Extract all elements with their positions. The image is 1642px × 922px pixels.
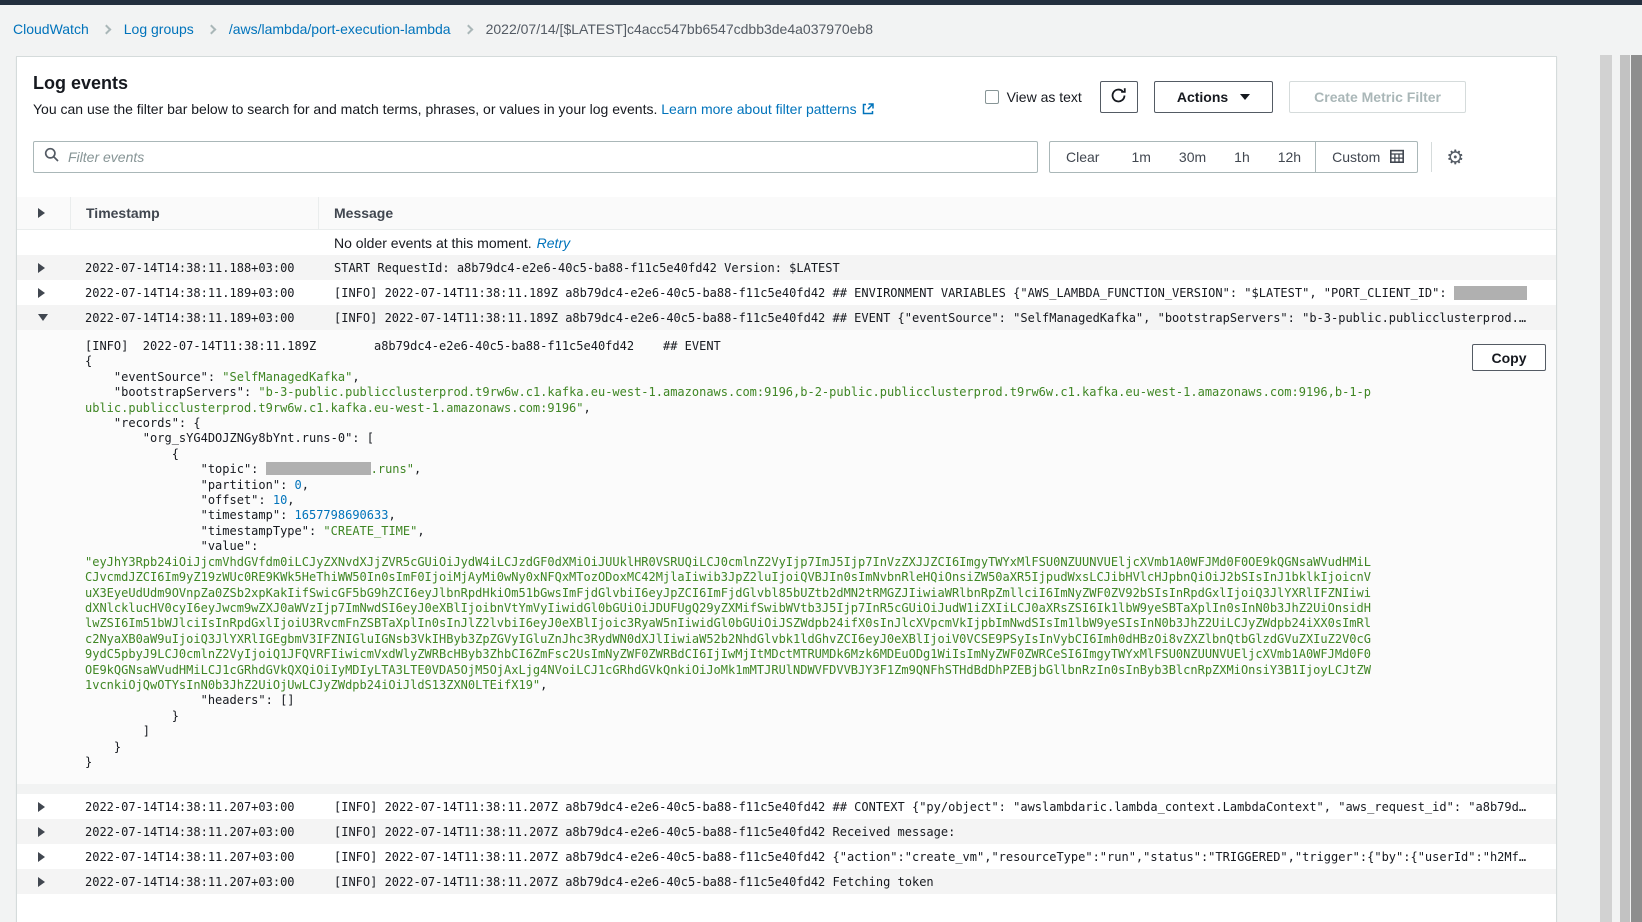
- json-line: }: [85, 709, 1371, 724]
- expand-arrow-icon[interactable]: [38, 827, 52, 837]
- log-event-row[interactable]: 2022-07-14T14:38:11.207+03:00[INFO] 2022…: [17, 869, 1556, 894]
- time-range-30m[interactable]: 30m: [1165, 149, 1220, 165]
- redacted-value: [266, 462, 371, 475]
- filter-events-input[interactable]: [68, 149, 1027, 165]
- copy-button[interactable]: Copy: [1472, 344, 1546, 371]
- json-line: "timestamp": 1657798690633,: [85, 508, 1371, 523]
- json-line: "partition": 0,: [85, 478, 1371, 493]
- no-older-events-text: No older events at this moment.: [334, 235, 532, 251]
- expand-arrow-icon[interactable]: [38, 877, 52, 887]
- column-header-message[interactable]: Message: [318, 197, 1556, 229]
- json-line: ]: [85, 724, 1371, 739]
- no-older-events-row: No older events at this moment. Retry: [17, 230, 1556, 255]
- time-range-1h[interactable]: 1h: [1220, 149, 1264, 165]
- scrollbar-track[interactable]: [1620, 55, 1630, 922]
- json-line: }: [85, 755, 1371, 770]
- event-message: [INFO] 2022-07-14T11:38:11.207Z a8b79dc4…: [334, 850, 1556, 864]
- filter-toolbar: Clear 1m 30m 1h 12h Custom ⚙: [33, 141, 1536, 173]
- json-line: "eyJhY3Rpb24iOiJjcmVhdGVfdm0iLCJyZXNvdXJ…: [85, 555, 1371, 694]
- breadcrumb-log-groups[interactable]: Log groups: [124, 21, 194, 37]
- chevron-right-icon: [206, 24, 216, 34]
- scrollbar-thumb[interactable]: [1631, 55, 1642, 922]
- expand-arrow-icon[interactable]: [38, 802, 52, 812]
- log-event-row[interactable]: 2022-07-14T14:38:11.207+03:00[INFO] 2022…: [17, 794, 1556, 819]
- collapse-arrow-icon[interactable]: [38, 314, 52, 321]
- breadcrumb-log-stream: 2022/07/14/[$LATEST]c4acc547bb6547cdbb3d…: [486, 21, 873, 37]
- view-as-text-label: View as text: [1007, 89, 1082, 105]
- event-timestamp: 2022-07-14T14:38:11.189+03:00: [85, 311, 334, 325]
- breadcrumb-log-group[interactable]: /aws/lambda/port-execution-lambda: [229, 21, 451, 37]
- settings-gear-icon[interactable]: ⚙: [1446, 147, 1464, 167]
- time-range-clear[interactable]: Clear: [1050, 149, 1117, 165]
- json-line: "timestampType": "CREATE_TIME",: [85, 524, 1371, 539]
- log-events-body: 2022-07-14T14:38:11.188+03:00START Reque…: [17, 255, 1556, 894]
- json-line: "eventSource": "SelfManagedKafka",: [85, 370, 1371, 385]
- redacted-value: [1454, 286, 1527, 300]
- calendar-icon: [1389, 148, 1405, 167]
- caret-down-icon: [1240, 94, 1250, 100]
- view-as-text-checkbox[interactable]: [985, 90, 999, 104]
- expand-arrow-icon[interactable]: [38, 288, 52, 298]
- header-controls: View as text Actions Create Metric Filte…: [985, 81, 1466, 113]
- retry-link[interactable]: Retry: [537, 235, 570, 251]
- actions-button[interactable]: Actions: [1154, 81, 1273, 113]
- log-events-panel: Log events You can use the filter bar be…: [16, 56, 1557, 922]
- breadcrumb-cloudwatch[interactable]: CloudWatch: [13, 21, 89, 37]
- search-icon: [44, 147, 60, 168]
- log-event-row[interactable]: 2022-07-14T14:38:11.189+03:00[INFO] 2022…: [17, 280, 1556, 305]
- time-range-12h[interactable]: 12h: [1264, 149, 1315, 165]
- event-timestamp: 2022-07-14T14:38:11.207+03:00: [85, 875, 334, 889]
- json-line: "records": {: [85, 416, 1371, 431]
- json-line: "offset": 10,: [85, 493, 1371, 508]
- log-event-row[interactable]: 2022-07-14T14:38:11.188+03:00START Reque…: [17, 255, 1556, 280]
- event-timestamp: 2022-07-14T14:38:11.189+03:00: [85, 286, 334, 300]
- json-line: "headers": []: [85, 693, 1371, 708]
- create-metric-filter-button[interactable]: Create Metric Filter: [1289, 81, 1466, 113]
- event-message: START RequestId: a8b79dc4-e2e6-40c5-ba88…: [334, 261, 1556, 275]
- log-table-header: Timestamp Message: [17, 197, 1556, 230]
- log-event-row[interactable]: 2022-07-14T14:38:11.207+03:00[INFO] 2022…: [17, 844, 1556, 869]
- json-line: "org_sYG4DOJZNGy8bYnt.runs-0": [: [85, 431, 1371, 446]
- json-line: "topic": .runs",: [85, 462, 1371, 477]
- event-message: [INFO] 2022-07-14T11:38:11.189Z a8b79dc4…: [334, 286, 1556, 300]
- toolbar-divider: [1431, 142, 1432, 172]
- scrollbar-track[interactable]: [1600, 55, 1612, 922]
- event-timestamp: 2022-07-14T14:38:11.207+03:00: [85, 850, 334, 864]
- time-range-custom[interactable]: Custom: [1315, 141, 1417, 173]
- description-text: You can use the filter bar below to sear…: [33, 101, 657, 117]
- column-header-timestamp[interactable]: Timestamp: [70, 197, 318, 229]
- log-event-row[interactable]: 2022-07-14T14:38:11.207+03:00[INFO] 2022…: [17, 819, 1556, 844]
- time-range-group: Clear 1m 30m 1h 12h Custom: [1049, 141, 1418, 173]
- filter-events-searchbox[interactable]: [33, 141, 1038, 173]
- breadcrumb: CloudWatch Log groups /aws/lambda/port-e…: [0, 5, 1642, 53]
- log-event-row[interactable]: 2022-07-14T14:38:11.189+03:00[INFO] 2022…: [17, 305, 1556, 330]
- refresh-icon: [1110, 87, 1127, 107]
- chevron-right-icon: [463, 24, 473, 34]
- chevron-right-icon: [101, 24, 111, 34]
- event-timestamp: 2022-07-14T14:38:11.207+03:00: [85, 825, 334, 839]
- event-timestamp: 2022-07-14T14:38:11.207+03:00: [85, 800, 334, 814]
- row-separator: [17, 784, 1556, 794]
- json-line: [INFO] 2022-07-14T11:38:11.189Z a8b79dc4…: [85, 339, 1371, 354]
- json-line: "value":: [85, 539, 1371, 554]
- time-range-1m[interactable]: 1m: [1117, 149, 1164, 165]
- learn-more-link[interactable]: Learn more about filter patterns: [661, 101, 873, 117]
- json-line: {: [85, 354, 1371, 369]
- expand-all-icon[interactable]: [38, 197, 52, 229]
- event-message: [INFO] 2022-07-14T11:38:11.207Z a8b79dc4…: [334, 875, 1556, 889]
- event-message: [INFO] 2022-07-14T11:38:11.207Z a8b79dc4…: [334, 800, 1556, 814]
- event-timestamp: 2022-07-14T14:38:11.188+03:00: [85, 261, 334, 275]
- panel-header: Log events You can use the filter bar be…: [33, 73, 1536, 125]
- expand-arrow-icon[interactable]: [38, 852, 52, 862]
- external-link-icon: [862, 102, 874, 118]
- expanded-event-detail: [INFO] 2022-07-14T11:38:11.189Z a8b79dc4…: [17, 330, 1556, 784]
- expand-arrow-icon[interactable]: [38, 263, 52, 273]
- json-line: {: [85, 447, 1371, 462]
- refresh-button[interactable]: [1100, 81, 1138, 113]
- event-message: [INFO] 2022-07-14T11:38:11.207Z a8b79dc4…: [334, 825, 1556, 839]
- json-line: }: [85, 740, 1371, 755]
- json-line: "bootstrapServers": "b-3-public.publiccl…: [85, 385, 1371, 416]
- event-message: [INFO] 2022-07-14T11:38:11.189Z a8b79dc4…: [334, 311, 1556, 325]
